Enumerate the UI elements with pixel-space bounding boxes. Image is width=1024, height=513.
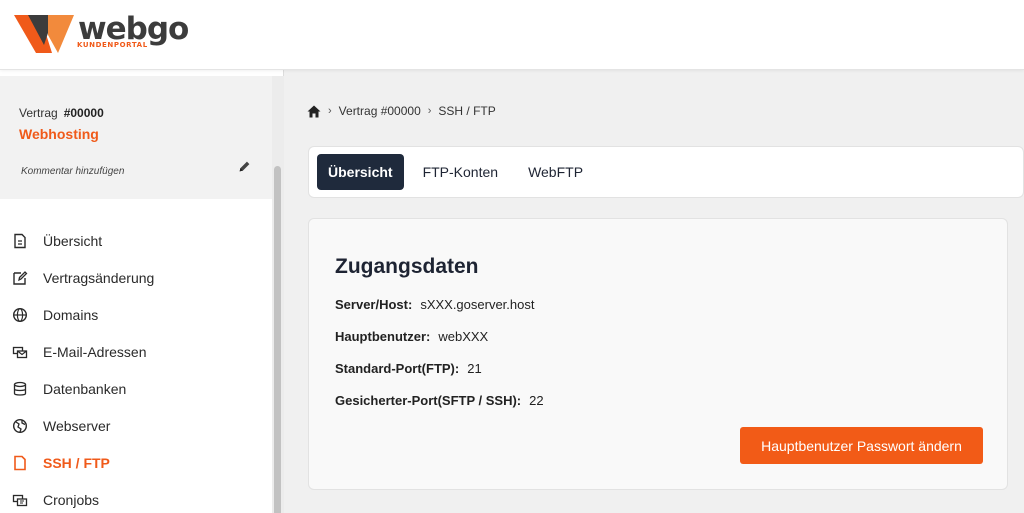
webgo-logo-mark-icon xyxy=(14,15,74,53)
sidebar-item-label: Domains xyxy=(43,306,99,323)
edit-icon xyxy=(13,270,28,285)
field-label: Standard-Port(FTP): xyxy=(335,361,460,376)
sidebar-item-vertragsaenderung[interactable]: Vertragsänderung xyxy=(0,259,272,296)
sidebar: Vertrag #00000 Webhosting Kommentar hinzu… xyxy=(0,70,284,513)
sidebar-scrollbar[interactable] xyxy=(272,76,284,513)
breadcrumb-current: SSH / FTP xyxy=(438,104,496,118)
globe-icon xyxy=(12,307,28,322)
contract-label: Vertrag xyxy=(19,106,58,120)
sidebar-item-uebersicht[interactable]: Übersicht xyxy=(0,222,272,259)
breadcrumb-separator-icon: › xyxy=(427,105,432,117)
pencil-icon[interactable] xyxy=(238,160,251,173)
contract-number: #00000 xyxy=(63,106,104,120)
database-icon xyxy=(13,381,27,396)
sidebar-item-domains[interactable]: Domains xyxy=(0,296,272,333)
mail-icon xyxy=(12,346,28,358)
tab-bar: Übersicht FTP-Konten WebFTP xyxy=(308,146,1024,198)
add-comment[interactable]: Kommentar hinzufügen xyxy=(21,161,253,177)
sidebar-scrollbar-thumb[interactable] xyxy=(274,166,281,513)
contract-number-line: Vertrag #00000 xyxy=(19,106,104,120)
sidebar-item-ssh-ftp[interactable]: SSH / FTP xyxy=(0,444,272,481)
tab-uebersicht[interactable]: Übersicht xyxy=(317,154,404,190)
field-secure-port: Gesicherter-Port(SFTP / SSH): 22 xyxy=(335,393,544,408)
webgo-logo[interactable]: webgo KUNDENPORTAL xyxy=(14,11,189,55)
file-icon xyxy=(14,455,26,470)
add-comment-label: Kommentar hinzufügen xyxy=(21,166,125,177)
sidebar-item-email[interactable]: E-Mail-Adressen xyxy=(0,333,272,370)
tab-webftp[interactable]: WebFTP xyxy=(517,154,594,190)
sidebar-item-label: Datenbanken xyxy=(43,380,127,397)
field-value: 21 xyxy=(467,361,482,376)
field-label: Server/Host: xyxy=(335,297,413,312)
sidebar-nav: Übersicht Vertragsänderung Domains E-Mai… xyxy=(0,222,272,513)
brand-subtitle: KUNDENPORTAL xyxy=(77,41,148,49)
sidebar-item-datenbanken[interactable]: Datenbanken xyxy=(0,370,272,407)
field-label: Hauptbenutzer: xyxy=(335,329,431,344)
sidebar-item-webserver[interactable]: Webserver xyxy=(0,407,272,444)
breadcrumb: › Vertrag #00000 › SSH / FTP xyxy=(307,103,496,119)
breadcrumb-separator-icon: › xyxy=(328,105,332,117)
change-password-button[interactable]: Hauptbenutzer Passwort ändern xyxy=(740,427,983,464)
contract-product: Webhosting xyxy=(19,126,99,142)
field-value: 22 xyxy=(529,393,544,408)
globe-network-icon xyxy=(12,418,28,433)
card-title: Zugangsdaten xyxy=(335,255,479,278)
field-label: Gesicherter-Port(SFTP / SSH): xyxy=(335,393,522,408)
contract-info: Vertrag #00000 Webhosting Kommentar hinzu… xyxy=(0,76,272,199)
sidebar-item-label: Cronjobs xyxy=(43,491,100,508)
tab-ftp-konten[interactable]: FTP-Konten xyxy=(412,154,509,190)
top-header: webgo KUNDENPORTAL xyxy=(0,0,1024,70)
field-standard-port: Standard-Port(FTP): 21 xyxy=(335,361,482,376)
sidebar-item-cronjobs[interactable]: Cronjobs xyxy=(0,481,272,513)
home-icon[interactable] xyxy=(307,105,321,118)
document-icon xyxy=(14,233,26,248)
sidebar-item-label: Vertragsänderung xyxy=(43,269,155,286)
sidebar-item-label: Übersicht xyxy=(43,232,103,249)
sidebar-item-label: E-Mail-Adressen xyxy=(43,343,147,360)
breadcrumb-contract[interactable]: Vertrag #00000 xyxy=(339,104,421,118)
clock-icon xyxy=(12,494,28,506)
field-server-host: Server/Host: sXXX.goserver.host xyxy=(335,297,534,312)
sidebar-item-label: Webserver xyxy=(43,417,111,434)
field-main-user: Hauptbenutzer: webXXX xyxy=(335,329,488,344)
field-value: sXXX.goserver.host xyxy=(420,297,535,312)
sidebar-item-label: SSH / FTP xyxy=(43,454,110,471)
access-data-card: Zugangsdaten Server/Host: sXXX.goserver.h… xyxy=(308,218,1008,490)
field-value: webXXX xyxy=(438,329,489,344)
